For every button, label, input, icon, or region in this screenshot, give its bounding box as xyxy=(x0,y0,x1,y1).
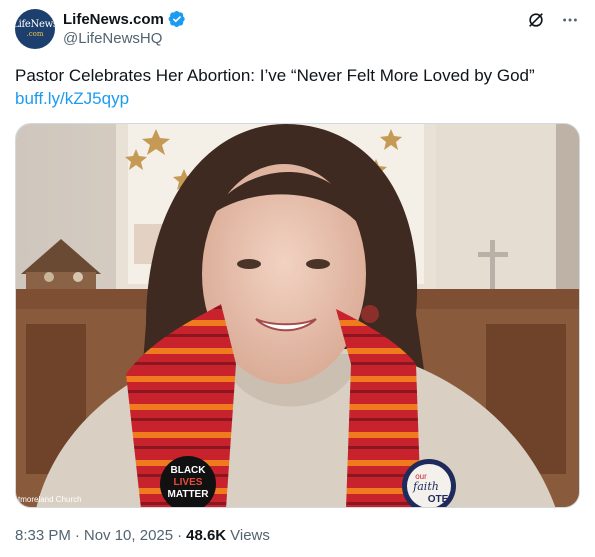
tweet-date[interactable]: Nov 10, 2025 xyxy=(84,527,173,544)
avatar-text: LifeNews xyxy=(15,19,55,30)
tweet-link[interactable]: buff.ly/kZJ5qyp xyxy=(15,87,580,110)
blm-line-2: LIVES xyxy=(174,477,203,488)
blm-line-1: BLACK xyxy=(171,465,207,476)
faith-line-3: OTE xyxy=(428,494,449,505)
tweet-time[interactable]: 8:33 PM xyxy=(15,527,71,544)
blm-line-3: MATTER xyxy=(168,489,210,500)
tweet-text: Pastor Celebrates Her Abortion: I’ve “Ne… xyxy=(15,64,580,110)
faith-line-2: faith xyxy=(412,480,439,493)
account-names: LifeNews.com @LifeNewsHQ xyxy=(63,9,186,47)
display-name[interactable]: LifeNews.com xyxy=(63,11,164,28)
grok-icon[interactable] xyxy=(526,10,546,30)
tweet-media[interactable]: BLACK LIVES MATTER our faith OTE tmorela… xyxy=(15,123,580,508)
video-watermark: tmoreland Church xyxy=(18,495,82,504)
avatar[interactable]: LifeNews .com xyxy=(15,9,55,49)
tweet-footer: 8:33 PM · Nov 10, 2025 · 48.6K Views xyxy=(15,527,270,544)
footer-separator: · xyxy=(74,527,80,544)
views-label: Views xyxy=(230,527,270,544)
verified-badge-icon[interactable] xyxy=(168,10,186,28)
footer-separator: · xyxy=(177,527,183,544)
avatar-subtext: .com xyxy=(26,30,44,38)
more-icon[interactable] xyxy=(560,10,580,30)
tweet-body: Pastor Celebrates Her Abortion: I’ve “Ne… xyxy=(15,66,535,85)
handle[interactable]: @LifeNewsHQ xyxy=(63,30,186,47)
views-count[interactable]: 48.6K xyxy=(186,527,226,544)
